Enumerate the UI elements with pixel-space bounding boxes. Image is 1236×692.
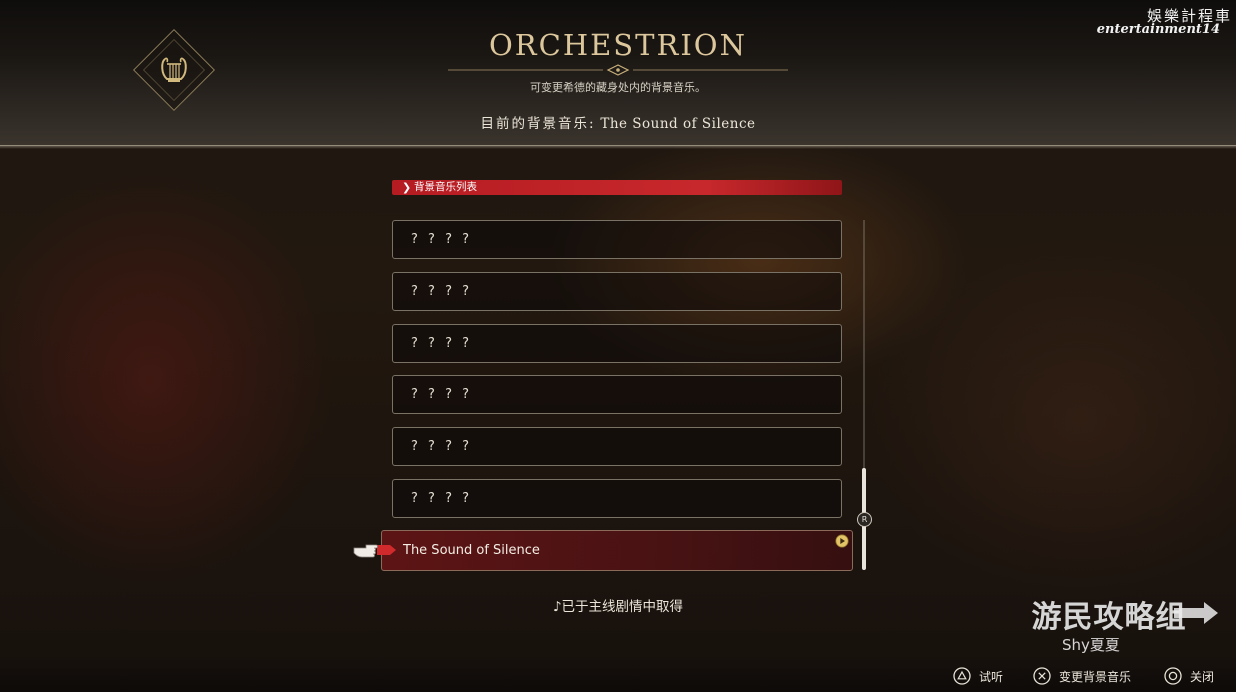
bgm-list-item[interactable]: ? ? ? ? [392, 427, 842, 466]
change-bgm-button-label: 变更背景音乐 [1059, 670, 1132, 684]
lyre-icon [161, 57, 187, 82]
bgm-list-item[interactable]: ? ? ? ? [392, 479, 842, 518]
page-title: ORCHESTRION [489, 28, 747, 62]
arrow-right-icon [1174, 602, 1218, 624]
bgm-list-item-selected[interactable]: The Sound of Silence [381, 530, 853, 571]
watermark-top-line2: entertainment14 [1096, 22, 1220, 37]
triangle-button-icon [953, 667, 971, 685]
r-stick-badge: R [857, 512, 872, 527]
watermark-bottom-line1: 游民攻略组 [1031, 600, 1187, 635]
bgm-list-item-label: ? ? ? ? [411, 387, 472, 402]
current-bgm-label: 目前的背景音乐: [480, 116, 596, 132]
bgm-list-header-label: 背景音乐列表 [414, 181, 477, 193]
acquisition-note: ♪已于主线剧情中取得 [552, 599, 684, 615]
close-button[interactable]: 关闭 [1164, 667, 1224, 685]
play-icon[interactable] [835, 534, 849, 548]
watermark-bottom-line2: Shy夏夏 [1062, 636, 1120, 654]
bgm-list-header: ❯ 背景音乐列表 [392, 180, 842, 195]
close-button-label: 关闭 [1190, 670, 1215, 684]
bgm-list-item[interactable]: ? ? ? ? [392, 375, 842, 414]
bgm-list-item[interactable]: ? ? ? ? [392, 272, 842, 311]
pointer-hand-icon [353, 544, 378, 558]
bgm-list-item[interactable]: ? ? ? ? [392, 220, 842, 259]
circle-button-icon [1164, 667, 1182, 685]
title-ornament-icon [448, 64, 788, 76]
current-bgm-value: The Sound of Silence [600, 116, 756, 132]
chevron-right-icon: ❯ [402, 181, 412, 194]
page-subtitle: 可变更希德的藏身处内的背景音乐。 [530, 81, 706, 94]
bgm-list-item-label: ? ? ? ? [411, 284, 472, 299]
bgm-list-item-label: ? ? ? ? [411, 232, 472, 247]
header-divider [0, 145, 1236, 149]
bgm-list-item-label: ? ? ? ? [411, 439, 472, 454]
bgm-list-item[interactable]: ? ? ? ? [392, 324, 842, 363]
change-bgm-button[interactable]: 变更背景音乐 [1033, 667, 1143, 685]
bgm-list-item-label: The Sound of Silence [403, 543, 540, 558]
preview-button[interactable]: 试听 [953, 667, 1013, 685]
preview-button-label: 试听 [979, 670, 1004, 684]
watermark-bottom: 游民攻略组 Shy夏夏 [1024, 592, 1224, 662]
selection-marker-icon [377, 545, 396, 555]
bgm-list-item-label: ? ? ? ? [411, 336, 472, 351]
bgm-list-item-label: ? ? ? ? [411, 491, 472, 506]
cross-button-icon [1033, 667, 1051, 685]
current-bgm: 目前的背景音乐: The Sound of Silence [418, 112, 818, 132]
